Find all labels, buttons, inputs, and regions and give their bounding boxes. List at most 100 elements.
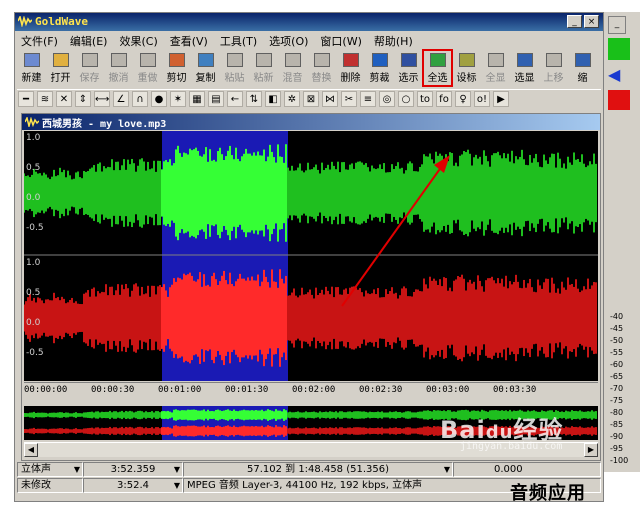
toolbar-button-7[interactable]: 粘贴 — [220, 50, 249, 86]
baidu-watermark: Baidu经验 — [440, 416, 564, 444]
waveform-canvas[interactable] — [24, 131, 598, 381]
y-label: 1.0 — [26, 133, 41, 143]
effect-tool-icon[interactable]: ▶ — [493, 91, 509, 107]
toolbar-button-15[interactable]: 设标 — [452, 50, 481, 86]
toolbar-button-3[interactable]: 撤消 — [104, 50, 133, 86]
effect-tool-icon[interactable]: ⊠ — [303, 91, 319, 107]
time-ruler[interactable]: 00:00:00 00:00:30 00:01:00 00:01:30 00:02:00… — [24, 382, 598, 405]
menu-view[interactable]: 查看(V) — [164, 32, 214, 49]
toolbar-button-4[interactable]: 重做 — [133, 50, 162, 86]
effect-tool-icon[interactable]: ● — [151, 91, 167, 107]
y-label: 0.5 — [26, 163, 41, 173]
effect-tool-icon[interactable]: ♀ — [455, 91, 471, 107]
effect-tool-icon[interactable]: fo — [436, 91, 452, 107]
effect-tool-icon[interactable]: o! — [474, 91, 490, 107]
toolbar-label: 全选 — [427, 73, 448, 84]
toolbar-button-1[interactable]: 打开 — [46, 50, 75, 86]
effect-tool-icon[interactable]: ⇕ — [75, 91, 91, 107]
toolbar-button-9[interactable]: 混音 — [278, 50, 307, 86]
toolbar-button-18[interactable]: 上移 — [539, 50, 568, 86]
toolbar-button-11[interactable]: 删除 — [336, 50, 365, 86]
channel-mode[interactable]: 立体声 ▼ — [17, 462, 83, 477]
menu-tools[interactable]: 工具(T) — [214, 32, 263, 49]
toolbar-button-13[interactable]: 选示 — [394, 50, 423, 86]
play-position: 0.000 — [453, 462, 601, 477]
y-label: -0.5 — [26, 348, 44, 358]
toolbar-icon — [110, 53, 127, 67]
toolbar-button-16[interactable]: 全显 — [481, 50, 510, 86]
toolbar-icon — [400, 53, 417, 67]
toolbar-button-19[interactable]: 缩 — [568, 50, 597, 86]
meter-scale-label: -95 — [610, 444, 624, 453]
play-green-icon[interactable] — [608, 38, 630, 60]
waveform-view[interactable]: 1.0 0.5 0.0 -0.5 1.0 0.5 0.0 -0.5 — [24, 131, 598, 381]
scroll-left-icon[interactable]: ◀ — [24, 443, 38, 457]
toolbar-icon — [487, 53, 504, 67]
effect-tool-icon[interactable]: ○ — [398, 91, 414, 107]
watermark-url: jingyan.baidu.com — [460, 441, 563, 452]
meter-scale-label: -65 — [610, 372, 624, 381]
effect-tool-icon[interactable]: ≋ — [37, 91, 53, 107]
effect-tool-icon[interactable]: ⇅ — [246, 91, 262, 107]
total-duration[interactable]: 3:52.359 ▼ — [83, 462, 183, 477]
toolbar-button-17[interactable]: 选显 — [510, 50, 539, 86]
effects-toolbar: ━ ≋ ✕ ⇕ ⟷ ∠ ∩ ● ✶ ▦ ▤ ← ⇅ ◧ ✲ ⊠ ⋈ ✂ ≡ ◎ ○ to fo ♀ o! ▶ — [17, 89, 601, 109]
toolbar-button-12[interactable]: 剪裁 — [365, 50, 394, 86]
toolbar-button-10[interactable]: 替换 — [307, 50, 336, 86]
effect-tool-icon[interactable]: ▤ — [208, 91, 224, 107]
effect-tool-icon[interactable]: ≡ — [360, 91, 376, 107]
toolbar-icon — [574, 53, 591, 67]
toolbar-button-2[interactable]: 保存 — [75, 50, 104, 86]
toolbar-button-6[interactable]: 复制 — [191, 50, 220, 86]
effect-tool-icon[interactable]: ✲ — [284, 91, 300, 107]
toolbar-label: 粘新 — [253, 73, 274, 84]
menu-window[interactable]: 窗口(W) — [314, 32, 367, 49]
dropdown-arrow-icon: ▼ — [173, 465, 180, 474]
paw-icon: du — [485, 422, 514, 443]
scroll-right-icon[interactable]: ▶ — [584, 443, 598, 457]
effect-tool-icon[interactable]: ← — [227, 91, 243, 107]
close-button[interactable]: × — [584, 15, 599, 28]
title-bar: GoldWave _ × — [15, 13, 603, 31]
minimize-button[interactable]: _ — [567, 15, 582, 28]
effect-tool-icon[interactable]: ∩ — [132, 91, 148, 107]
toolbar-icon — [516, 53, 533, 67]
toolbar-icon — [168, 53, 185, 67]
toolbar-button-14[interactable]: 全选 — [422, 49, 453, 87]
menu-edit[interactable]: 编辑(E) — [64, 32, 114, 49]
menu-options[interactable]: 选项(O) — [263, 32, 314, 49]
minimize-icon[interactable]: _ — [608, 16, 626, 34]
menu-help[interactable]: 帮助(H) — [368, 32, 419, 49]
length[interactable]: 3:52.4 ▼ — [83, 478, 183, 493]
toolbar-icon — [545, 53, 562, 67]
document-window: 西城男孩 - my love.mp3 1.0 0.5 0.0 -0.5 1.0 … — [21, 113, 601, 461]
effect-tool-icon[interactable]: ✕ — [56, 91, 72, 107]
effect-tool-icon[interactable]: ◧ — [265, 91, 281, 107]
effect-tool-icon[interactable]: ⋈ — [322, 91, 338, 107]
effect-tool-icon[interactable]: ∠ — [113, 91, 129, 107]
time-tick-label: 00:03:30 — [493, 385, 537, 395]
menu-effects[interactable]: 效果(C) — [113, 32, 163, 49]
selection-range[interactable]: 57.102 到 1:48.458 (51.356) ▼ — [183, 462, 453, 477]
toolbar-label: 缩 — [577, 73, 588, 84]
toolbar-icon — [284, 53, 301, 67]
effect-tool-icon[interactable]: to — [417, 91, 433, 107]
stop-red-icon[interactable] — [608, 90, 630, 110]
toolbar-button-8[interactable]: 粘新 — [249, 50, 278, 86]
effect-tool-icon[interactable]: ⟷ — [94, 91, 110, 107]
effect-tool-icon[interactable]: ✶ — [170, 91, 186, 107]
toolbar-label: 选显 — [514, 73, 535, 84]
effect-tool-icon[interactable]: ◎ — [379, 91, 395, 107]
effect-tool-icon[interactable]: ▦ — [189, 91, 205, 107]
toolbar-button-0[interactable]: 新建 — [17, 50, 46, 86]
effect-tool-icon[interactable]: ━ — [18, 91, 34, 107]
effect-tool-icon[interactable]: ✂ — [341, 91, 357, 107]
meter-scale-label: -85 — [610, 420, 624, 429]
menu-file[interactable]: 文件(F) — [15, 32, 64, 49]
back-arrow-icon[interactable]: ◀ — [608, 66, 630, 84]
toolbar-icon — [255, 53, 272, 67]
y-label: 1.0 — [26, 258, 41, 268]
toolbar-label: 重做 — [137, 73, 158, 84]
dropdown-arrow-icon: ▼ — [443, 465, 450, 474]
toolbar-button-5[interactable]: 剪切 — [162, 50, 191, 86]
